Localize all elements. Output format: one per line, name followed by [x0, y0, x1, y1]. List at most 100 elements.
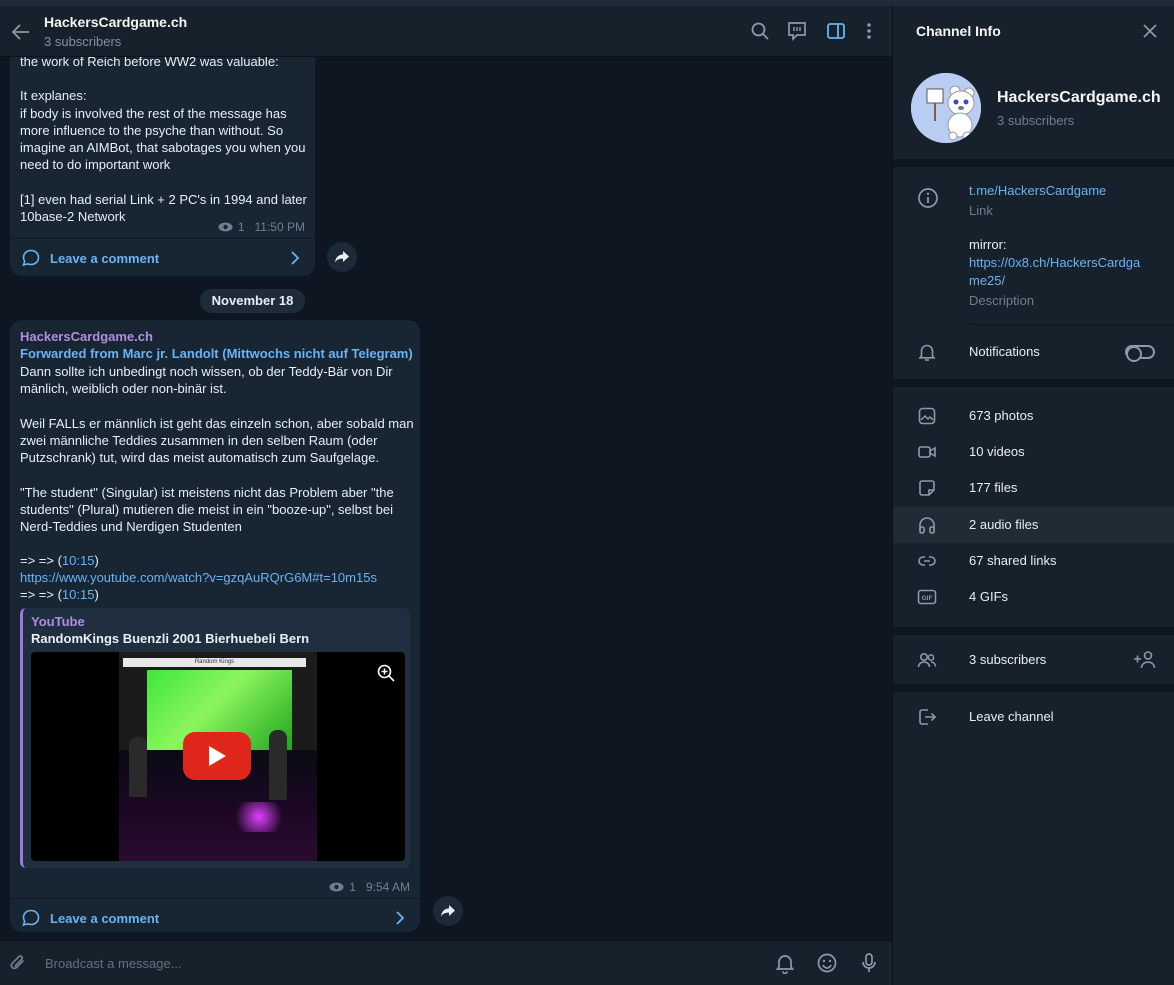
photos-count: 673 photos — [969, 408, 1034, 423]
video-thumbnail[interactable]: Random Kings — [31, 652, 405, 861]
message-input[interactable]: Broadcast a message... — [45, 956, 182, 971]
add-member-icon[interactable] — [1133, 649, 1157, 671]
timestamp-link[interactable]: 10:15 — [62, 587, 95, 602]
view-count: 1 — [237, 220, 245, 234]
link-icon — [918, 556, 936, 566]
attach-icon[interactable] — [7, 952, 29, 974]
leave-comment-label: Leave a comment — [50, 911, 160, 926]
emoji-icon[interactable] — [816, 952, 838, 974]
timestamp-link[interactable]: 10:15 — [62, 553, 95, 568]
description-text: mirror: — [969, 237, 1007, 252]
channel-name: HackersCardgame.ch — [997, 89, 1161, 106]
description-url-line-2[interactable]: me25/ — [969, 273, 1005, 288]
channel-info-panel: Channel Info HackersCardgame.ch 3 subscr… — [892, 6, 1174, 985]
media-row-audio[interactable]: 2 audio files — [893, 507, 1174, 543]
section-divider — [893, 684, 1174, 692]
leave-comment-label: Leave a comment — [50, 251, 160, 266]
more-options-icon[interactable] — [858, 20, 880, 42]
members-label: 3 subscribers — [969, 652, 1047, 667]
message-text: the work of Reich before WW2 was valuabl… — [20, 54, 307, 224]
chat-title[interactable]: HackersCardgame.ch — [44, 14, 187, 30]
channel-subscriber-count: 3 subscribers — [997, 113, 1075, 128]
leave-channel-row[interactable]: Leave channel — [893, 699, 1174, 735]
message-time: 9:54 AM — [365, 880, 410, 894]
headphones-icon — [919, 517, 935, 534]
media-row-videos[interactable]: 10 videos — [893, 434, 1174, 470]
video-icon — [918, 446, 936, 458]
teddy-bear-avatar-icon — [911, 73, 981, 143]
share-button[interactable] — [433, 896, 463, 926]
section-divider — [893, 159, 1174, 167]
svg-text:GIF: GIF — [922, 595, 933, 602]
notifications-toggle[interactable] — [1125, 345, 1155, 362]
thumbnail-stage-lights — [229, 802, 289, 832]
message-composer: Broadcast a message... — [0, 940, 892, 985]
media-row-gifs[interactable]: GIF 4 GIFs — [893, 579, 1174, 615]
timestamp-line-1: => => (10:15) — [20, 553, 99, 568]
link-preview[interactable]: YouTube RandomKings Buenzli 2001 Bierhue… — [20, 608, 410, 868]
notifications-label: Notifications — [969, 344, 1040, 359]
channel-link[interactable]: t.me/HackersCardgame — [969, 183, 1106, 198]
share-arrow-icon — [335, 251, 349, 263]
preview-site-name: YouTube — [31, 614, 85, 629]
description-url-line-1[interactable]: https://0x8.ch/HackersCardga — [969, 255, 1140, 270]
preview-title: RandomKings Buenzli 2001 Bierhuebeli Ber… — [31, 631, 310, 646]
date-separator: November 18 — [200, 289, 305, 313]
bell-icon — [918, 344, 936, 361]
youtube-url-link[interactable]: https://www.youtube.com/watch?v=gzqAuRQr… — [20, 569, 377, 586]
chat-header: HackersCardgame.ch 3 subscribers — [0, 6, 892, 57]
chat-area: the work of Reich before WW2 was valuabl… — [0, 6, 892, 985]
search-icon[interactable] — [749, 20, 771, 42]
youtube-play-button[interactable] — [183, 732, 251, 780]
members-row[interactable]: 3 subscribers — [893, 642, 1174, 678]
message-paragraph-1: Dann sollte ich unbedingt noch wissen, o… — [20, 364, 393, 397]
comment-icon — [22, 909, 40, 927]
message-sender[interactable]: HackersCardgame.ch — [20, 329, 153, 344]
close-icon[interactable] — [1142, 23, 1158, 39]
microphone-icon[interactable] — [858, 952, 880, 974]
chevron-right-icon — [396, 911, 405, 925]
timestamp-line-2: => => (10:15) — [20, 587, 99, 602]
comment-icon — [22, 249, 40, 267]
media-row-files[interactable]: 177 files — [893, 470, 1174, 506]
leave-icon — [919, 709, 937, 725]
media-row-photos[interactable]: 673 photos — [893, 398, 1174, 434]
leave-comment-row[interactable]: Leave a comment — [10, 238, 315, 276]
message-paragraph-3: "The student" (Singular) ist meistens ni… — [20, 485, 394, 535]
thumbnail-performer-right — [269, 730, 287, 800]
sidebar-toggle-icon[interactable] — [825, 20, 847, 42]
discussion-icon[interactable] — [786, 20, 808, 42]
media-row-links[interactable]: 67 shared links — [893, 543, 1174, 579]
thumbnail-performer-left — [129, 737, 147, 797]
file-icon — [919, 480, 935, 496]
zoom-in-icon[interactable] — [377, 664, 395, 682]
gifs-count: 4 GIFs — [969, 589, 1009, 604]
shared-links-count: 67 shared links — [969, 553, 1057, 568]
leave-comment-row[interactable]: Leave a comment — [10, 898, 420, 936]
share-arrow-icon — [441, 905, 455, 917]
play-icon — [209, 746, 226, 766]
chevron-right-icon — [291, 251, 300, 265]
message-meta: 1 11:50 PM — [218, 220, 305, 234]
notifications-divider — [969, 324, 1174, 325]
silent-broadcast-bell-icon[interactable] — [774, 952, 796, 974]
audio-files-count: 2 audio files — [969, 517, 1039, 532]
link-caption: Link — [969, 203, 993, 218]
panel-title: Channel Info — [916, 23, 1001, 39]
channel-avatar[interactable] — [911, 73, 981, 143]
forwarded-from[interactable]: Forwarded from Marc jr. Landolt (Mittwoc… — [20, 346, 413, 361]
info-icon — [918, 188, 938, 208]
description-caption: Description — [969, 293, 1035, 308]
section-divider — [893, 379, 1174, 387]
back-arrow-icon[interactable] — [10, 21, 32, 43]
notifications-row[interactable]: Notifications — [893, 334, 1174, 370]
message-time: 11:50 PM — [254, 220, 305, 234]
section-divider — [893, 627, 1174, 635]
message-paragraph-2: Weil FALLs er männlich ist geht das einz… — [20, 416, 414, 466]
share-button[interactable] — [327, 242, 357, 272]
members-icon — [917, 652, 937, 668]
videos-count: 10 videos — [969, 444, 1025, 459]
photo-icon — [918, 407, 936, 425]
chat-subscriber-count: 3 subscribers — [44, 34, 122, 49]
view-count: 1 — [349, 880, 356, 894]
